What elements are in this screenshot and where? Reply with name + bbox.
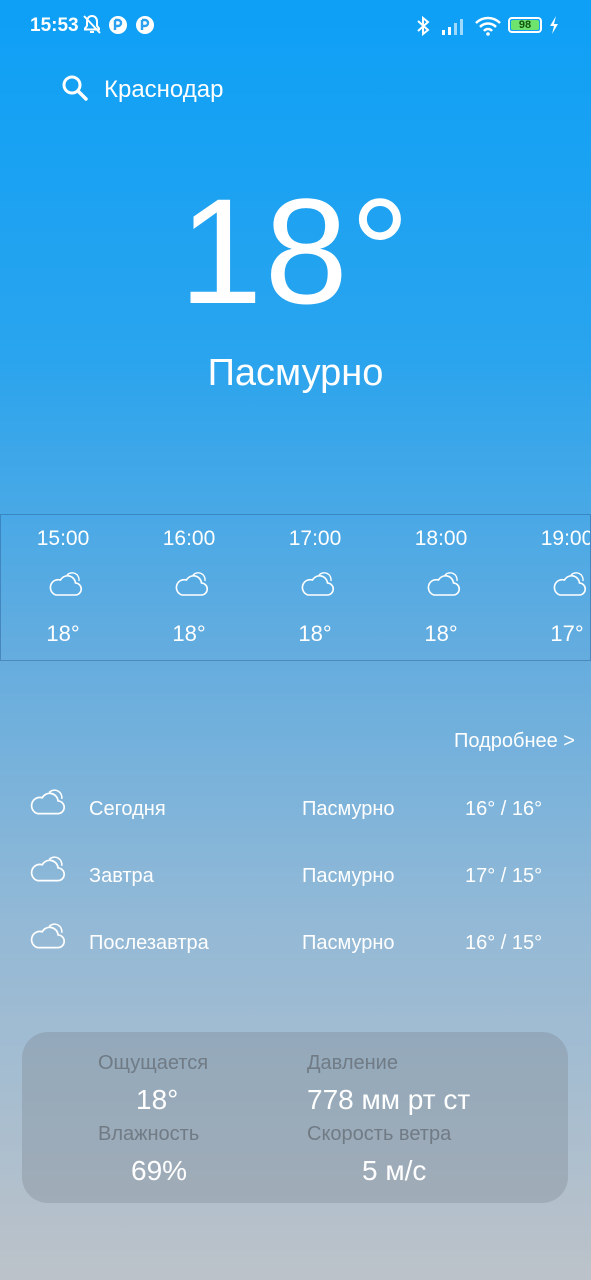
hour-time: 15:00 <box>36 527 90 550</box>
status-bar: 15:53 98 <box>0 0 591 52</box>
hour-time: 16:00 <box>162 527 216 550</box>
cloud-icon <box>551 569 587 604</box>
weather-details-card: Ощущается 18° Давление 778 мм рт ст Влаж… <box>22 1032 568 1203</box>
hour-time: 18:00 <box>414 527 468 550</box>
hour-temp: 18° <box>172 621 206 646</box>
wind-speed-value: 5 м/с <box>362 1155 427 1186</box>
bell-muted-icon <box>82 14 102 41</box>
hour-temp: 18° <box>298 621 332 646</box>
bluetooth-icon <box>414 14 432 43</box>
hour-temp: 18° <box>46 621 80 646</box>
cloud-icon <box>173 569 209 604</box>
hourly-forecast[interactable]: 15:00 18° 16:00 18° 17:00 18° 18:00 18° … <box>0 514 591 661</box>
daily-row[interactable]: Завтра Пасмурно 17° / 15° <box>0 853 591 903</box>
day-condition: Пасмурно <box>302 865 395 887</box>
cloud-icon <box>47 569 83 604</box>
more-details-link[interactable]: Подробнее > <box>454 730 575 753</box>
humidity-label: Влажность <box>98 1123 200 1145</box>
hour-time: 17:00 <box>288 527 342 550</box>
pressure-label: Давление <box>307 1052 398 1074</box>
cloud-icon <box>299 569 335 604</box>
feels-like-value: 18° <box>136 1084 179 1115</box>
current-temperature: 18° <box>179 167 412 335</box>
signal-icon <box>440 16 468 41</box>
pressure-value: 778 мм рт ст <box>307 1084 471 1115</box>
day-condition: Пасмурно <box>302 798 395 820</box>
day-name: Сегодня <box>89 798 166 820</box>
day-name: Завтра <box>89 865 154 887</box>
feels-like-label: Ощущается <box>98 1052 209 1074</box>
battery-icon: 98 <box>508 17 542 33</box>
wifi-icon <box>474 15 502 42</box>
daily-row[interactable]: Послезавтра Пасмурно 16° / 15° <box>0 920 591 970</box>
day-temp-range: 17° / 15° <box>465 865 543 887</box>
wind-speed-label: Скорость ветра <box>307 1123 452 1145</box>
daily-row[interactable]: Сегодня Пасмурно 16° / 16° <box>0 786 591 836</box>
charging-icon <box>548 15 560 40</box>
status-time: 15:53 <box>30 15 79 36</box>
humidity-value: 69% <box>131 1155 188 1186</box>
hour-time: 19:00 <box>540 527 591 550</box>
search-icon[interactable] <box>60 73 90 108</box>
day-condition: Пасмурно <box>302 932 395 954</box>
app-notification-icon <box>135 14 155 41</box>
day-temp-range: 16° / 15° <box>465 932 543 954</box>
cloud-icon <box>28 853 66 890</box>
current-condition: Пасмурно <box>207 352 384 394</box>
city-search[interactable]: Краснодар <box>60 70 223 110</box>
cloud-icon <box>28 920 66 957</box>
hour-temp: 17° <box>550 621 584 646</box>
day-temp-range: 16° / 16° <box>465 798 543 820</box>
cloud-icon <box>425 569 461 604</box>
day-name: Послезавтра <box>89 932 209 954</box>
cloud-icon <box>28 786 66 823</box>
battery-level: 98 <box>518 19 532 31</box>
hour-temp: 18° <box>424 621 458 646</box>
app-notification-icon <box>108 14 128 41</box>
city-name[interactable]: Краснодар <box>104 76 223 104</box>
